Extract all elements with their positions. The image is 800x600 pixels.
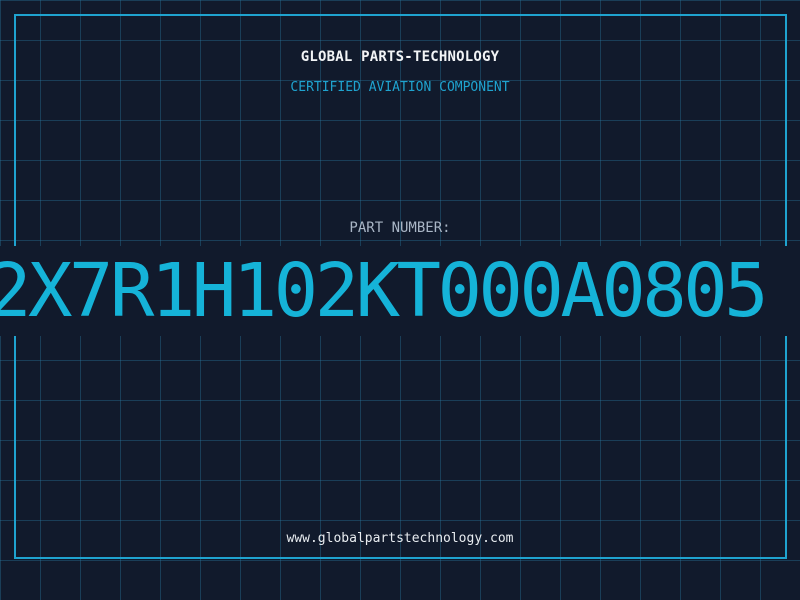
- company-name: GLOBAL PARTS-TECHNOLOGY: [300, 49, 500, 65]
- part-number-label: PART NUMBER:: [349, 220, 451, 236]
- part-number-band: 2X7R1H102KT000A0805: [0, 246, 800, 336]
- part-number-value: 2X7R1H102KT000A0805: [0, 248, 769, 334]
- certification-subtitle: CERTIFIED AVIATION COMPONENT: [290, 80, 510, 95]
- website-url: www.globalpartstechnology.com: [286, 531, 514, 546]
